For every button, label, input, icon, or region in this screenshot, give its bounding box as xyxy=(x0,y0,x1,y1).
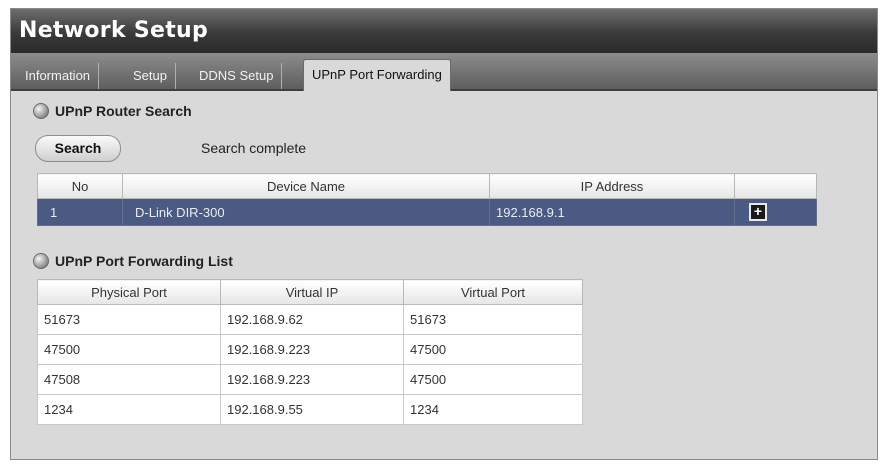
column-physical-port: Physical Port xyxy=(37,279,221,305)
column-ip-address: IP Address xyxy=(489,173,735,199)
search-button[interactable]: Search xyxy=(35,135,121,162)
tab-upnp-port-forwarding[interactable]: UPnP Port Forwarding xyxy=(303,59,451,91)
virtual-ip-cell: 192.168.9.223 xyxy=(220,334,404,365)
virtual-ip-cell: 192.168.9.62 xyxy=(220,304,404,335)
virtual-ip-cell: 192.168.9.223 xyxy=(220,364,404,395)
network-setup-window: Network Setup Information Setup DDNS Set… xyxy=(10,8,878,460)
column-no: No xyxy=(37,173,123,199)
table-row[interactable]: 47500 192.168.9.223 47500 xyxy=(37,334,583,365)
physical-port-cell: 1234 xyxy=(37,394,221,425)
table-row[interactable]: 47508 192.168.9.223 47500 xyxy=(37,364,583,395)
router-table-header: No Device Name IP Address xyxy=(37,173,817,199)
window-title: Network Setup xyxy=(19,18,209,43)
column-virtual-port: Virtual Port xyxy=(403,279,583,305)
column-device-name: Device Name xyxy=(122,173,490,199)
column-virtual-ip: Virtual IP xyxy=(220,279,404,305)
router-row-action-cell: + xyxy=(734,198,817,226)
tab-ddns-setup[interactable]: DDNS Setup xyxy=(191,63,283,89)
physical-port-cell: 47500 xyxy=(37,334,221,365)
tab-bar: Information Setup DDNS Setup UPnP Port F… xyxy=(11,53,877,91)
virtual-port-cell: 47500 xyxy=(403,334,583,365)
virtual-port-cell: 1234 xyxy=(403,394,583,425)
router-row-device-name: D-Link DIR-300 xyxy=(122,198,490,226)
virtual-ip-cell: 192.168.9.55 xyxy=(220,394,404,425)
virtual-port-cell: 47500 xyxy=(403,364,583,395)
port-forwarding-heading: UPnP Port Forwarding List xyxy=(33,253,233,269)
router-row-ip-address: 192.168.9.1 xyxy=(489,198,735,226)
port-forwarding-table: Physical Port Virtual IP Virtual Port 51… xyxy=(37,279,583,425)
search-status-text: Search complete xyxy=(201,140,307,156)
router-row[interactable]: 1 D-Link DIR-300 192.168.9.1 + xyxy=(37,198,817,226)
virtual-port-cell: 51673 xyxy=(403,304,583,335)
tab-setup[interactable]: Setup xyxy=(125,63,176,89)
router-search-title: UPnP Router Search xyxy=(55,103,192,119)
port-forwarding-title: UPnP Port Forwarding List xyxy=(55,253,233,269)
table-row[interactable]: 51673 192.168.9.62 51673 xyxy=(37,304,583,335)
title-bar: Network Setup xyxy=(11,9,877,53)
tab-information[interactable]: Information xyxy=(17,63,100,89)
router-table: No Device Name IP Address 1 D-Link DIR-3… xyxy=(37,173,817,226)
port-forwarding-header: Physical Port Virtual IP Virtual Port xyxy=(37,279,583,305)
globe-icon xyxy=(33,253,49,269)
column-action xyxy=(734,173,817,199)
globe-icon xyxy=(33,103,49,119)
plus-icon[interactable]: + xyxy=(749,203,767,221)
router-row-no: 1 xyxy=(37,198,123,226)
physical-port-cell: 47508 xyxy=(37,364,221,395)
physical-port-cell: 51673 xyxy=(37,304,221,335)
table-row[interactable]: 1234 192.168.9.55 1234 xyxy=(37,394,583,425)
router-search-heading: UPnP Router Search xyxy=(33,103,192,119)
